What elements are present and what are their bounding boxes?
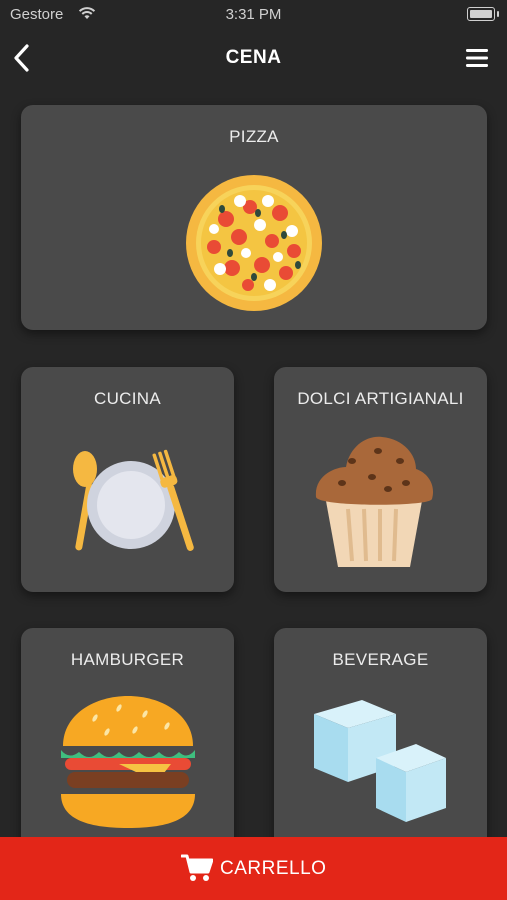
cart-label: CARRELLO <box>220 858 327 879</box>
muffin-icon <box>315 436 434 567</box>
category-label-beverage: BEVERAGE <box>332 650 429 669</box>
category-card-beverage[interactable]: BEVERAGE <box>274 628 487 853</box>
category-card-dolci-artigianali[interactable]: DOLCI ARTIGIANALI <box>274 367 487 592</box>
category-card-cucina[interactable]: CUCINA <box>21 367 234 592</box>
battery-icon <box>467 7 499 21</box>
clock: 3:31 PM <box>225 6 282 23</box>
navigation-bar: CENA <box>0 28 507 88</box>
category-label-cucina: CUCINA <box>94 389 161 408</box>
category-label-hamburger: HAMBURGER <box>70 650 185 669</box>
hamburger-menu-icon[interactable] <box>465 46 489 70</box>
cart-icon <box>181 854 213 881</box>
category-label-dolci-artigianali: DOLCI ARTIGIANALI <box>297 389 464 408</box>
plate-cutlery-icon <box>73 449 194 551</box>
status-bar: Gestore 3:31 PM <box>0 0 507 28</box>
page-title: CENA <box>225 47 282 68</box>
hamburger-icon <box>61 696 195 828</box>
cart-button[interactable]: CARRELLO <box>0 837 507 900</box>
pizza-icon <box>186 175 322 311</box>
category-card-pizza[interactable]: PIZZA <box>21 105 487 330</box>
category-card-hamburger[interactable]: HAMBURGER <box>21 628 234 853</box>
category-label-pizza: PIZZA <box>229 127 279 146</box>
ice-cubes-icon <box>314 700 446 822</box>
